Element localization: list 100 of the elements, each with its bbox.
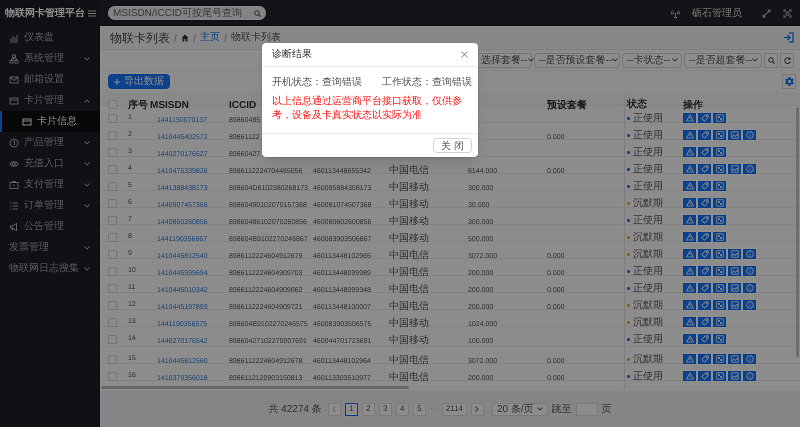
tag-button[interactable] (698, 283, 711, 293)
tag-button[interactable] (698, 147, 711, 157)
image-button[interactable] (728, 249, 741, 259)
warning-button[interactable] (683, 147, 696, 157)
grid-button[interactable] (713, 164, 726, 174)
grid-button[interactable] (713, 334, 726, 344)
close-button[interactable]: 关 闭 (433, 138, 472, 153)
info-button[interactable] (743, 249, 756, 259)
grid-button[interactable] (713, 249, 726, 259)
sidebar-item[interactable]: 充值入口 (0, 153, 100, 174)
grid-button[interactable] (713, 113, 726, 123)
tag-button[interactable] (698, 113, 711, 123)
user-name[interactable]: 砺石管理员 (692, 6, 742, 20)
filter-select[interactable]: --卡状态-- (622, 52, 682, 68)
grid-button[interactable] (713, 371, 726, 381)
image-button[interactable] (728, 130, 741, 140)
grid-button[interactable] (713, 147, 726, 157)
grid-button[interactable] (713, 215, 726, 225)
warning-button[interactable] (683, 249, 696, 259)
tag-button[interactable] (698, 266, 711, 276)
warning-button[interactable] (683, 266, 696, 276)
grid-button[interactable] (713, 354, 726, 364)
page-button[interactable]: 4 (396, 402, 409, 416)
sidebar-item[interactable]: 发票管理 (0, 237, 100, 258)
logout-icon[interactable] (783, 32, 794, 43)
grid-button[interactable] (713, 300, 726, 310)
filter-select[interactable]: --是否超套餐-- (684, 52, 762, 68)
info-button[interactable] (743, 283, 756, 293)
antenna-icon[interactable] (671, 8, 680, 18)
sidebar-item[interactable]: 邮箱设置 (0, 69, 100, 90)
sidebar-item[interactable]: 仪表盘 (0, 27, 100, 48)
warning-button[interactable] (683, 283, 696, 293)
page-button[interactable]: 2 (362, 402, 375, 416)
tag-button[interactable] (698, 130, 711, 140)
info-button[interactable] (743, 164, 756, 174)
page-button[interactable]: 5 (412, 402, 426, 416)
image-button[interactable] (728, 164, 741, 174)
tag-button[interactable] (698, 198, 711, 208)
search-button[interactable] (764, 52, 778, 68)
warning-button[interactable] (683, 198, 696, 208)
tag-button[interactable] (698, 354, 711, 364)
grid-button[interactable] (713, 266, 726, 276)
image-button[interactable] (728, 300, 741, 310)
sidebar-item[interactable]: 物联网日志搜集 (0, 258, 100, 279)
grid-button[interactable] (713, 317, 726, 327)
info-button[interactable] (743, 300, 756, 310)
sidebar-item[interactable]: 卡片管理 (0, 90, 100, 111)
next-page-button[interactable] (470, 402, 484, 416)
sidebar-item[interactable]: 支付管理 (0, 174, 100, 195)
grid-button[interactable] (713, 130, 726, 140)
page-button[interactable]: 2114 (442, 402, 467, 416)
page-size-select[interactable]: 20 条/页 (492, 402, 548, 416)
tag-button[interactable] (698, 232, 711, 242)
page-button[interactable]: 1 (344, 402, 358, 416)
warning-button[interactable] (683, 181, 696, 191)
refresh-button[interactable] (780, 52, 794, 68)
settings-button[interactable] (782, 74, 796, 89)
warning-button[interactable] (683, 130, 696, 140)
tag-button[interactable] (698, 164, 711, 174)
sidebar-item[interactable]: 订单管理 (0, 195, 100, 216)
prev-page-button[interactable] (328, 402, 341, 416)
close-icon[interactable] (461, 51, 468, 58)
warning-button[interactable] (683, 113, 696, 123)
tag-button[interactable] (698, 317, 711, 327)
sidebar-item[interactable]: 产品管理 (0, 132, 100, 153)
home-icon[interactable] (181, 34, 189, 42)
grid-button[interactable] (713, 232, 726, 242)
sidebar-item[interactable]: 系统管理 (0, 48, 100, 69)
menu-icon[interactable] (88, 10, 96, 16)
image-button[interactable] (728, 283, 741, 293)
warning-button[interactable] (683, 300, 696, 310)
tag-button[interactable] (698, 249, 711, 259)
grid-button[interactable] (713, 181, 726, 191)
search-field[interactable]: MSISDN/ICCID可按尾号查询 (108, 6, 266, 20)
warning-button[interactable] (683, 215, 696, 225)
info-button[interactable] (743, 371, 756, 381)
image-button[interactable] (728, 371, 741, 381)
expand-icon[interactable] (762, 8, 771, 18)
breadcrumb-link[interactable]: 主页 (200, 30, 220, 45)
sidebar-item[interactable]: 公告管理 (0, 216, 100, 237)
warning-button[interactable] (683, 354, 696, 364)
page-button[interactable]: 3 (378, 402, 392, 416)
warning-button[interactable] (683, 232, 696, 242)
image-button[interactable] (728, 266, 741, 276)
warning-button[interactable] (683, 164, 696, 174)
tag-button[interactable] (698, 371, 711, 381)
tag-button[interactable] (698, 300, 711, 310)
filter-select[interactable]: --是否预设套餐-- (534, 52, 620, 68)
grid-button[interactable] (713, 198, 726, 208)
tag-button[interactable] (698, 181, 711, 191)
search-icon[interactable] (254, 10, 261, 16)
warning-button[interactable] (683, 334, 696, 344)
export-button[interactable]: 导出数据 (108, 74, 170, 89)
grid-button[interactable] (713, 283, 726, 293)
tag-button[interactable] (698, 334, 711, 344)
image-button[interactable] (728, 354, 741, 364)
info-button[interactable] (743, 130, 756, 140)
warning-button[interactable] (683, 317, 696, 327)
fullscreen-icon[interactable] (783, 8, 792, 18)
info-button[interactable] (743, 266, 756, 276)
